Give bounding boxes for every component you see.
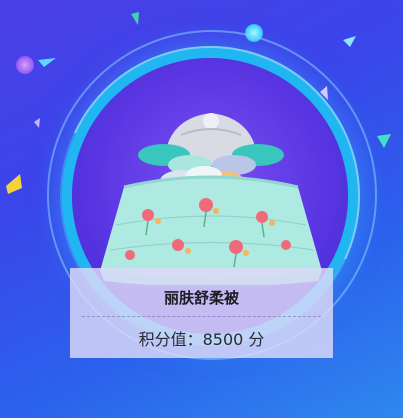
glow-orb-purple xyxy=(16,56,34,74)
confetti-blue xyxy=(343,36,356,47)
confetti-cyan xyxy=(38,58,56,67)
card-divider xyxy=(82,316,321,317)
product-points: 积分值：8500 分 xyxy=(138,330,265,349)
product-name: 丽肤舒柔被 xyxy=(163,289,239,307)
product-info-card[interactable]: 丽肤舒柔被 积分值：8500 分 xyxy=(70,268,333,358)
confetti-yellow xyxy=(6,174,22,194)
bedding-product-image xyxy=(100,113,322,285)
confetti-teal xyxy=(377,134,391,148)
confetti-lilac xyxy=(34,118,40,128)
confetti-green xyxy=(131,12,139,25)
product-display: 丽肤舒柔被 积分值：8500 分 xyxy=(0,0,403,418)
